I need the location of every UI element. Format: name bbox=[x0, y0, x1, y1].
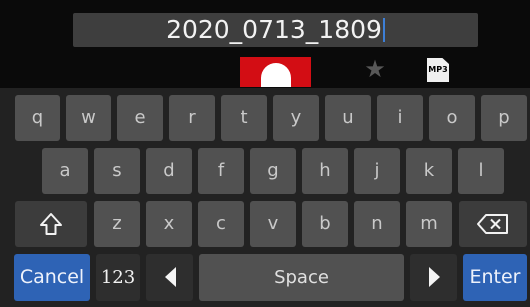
enter-button[interactable]: Enter bbox=[463, 254, 527, 301]
space-key[interactable]: Space bbox=[199, 254, 404, 301]
key-m[interactable]: m bbox=[406, 201, 452, 247]
numbers-key[interactable]: 123 bbox=[96, 254, 140, 301]
key-k[interactable]: k bbox=[406, 148, 452, 194]
cursor-right-key[interactable] bbox=[410, 254, 457, 301]
recording-indicator bbox=[240, 57, 311, 87]
backspace-icon bbox=[477, 214, 508, 234]
cursor-left-key[interactable] bbox=[146, 254, 193, 301]
key-w[interactable]: w bbox=[66, 95, 111, 141]
key-t[interactable]: t bbox=[221, 95, 267, 141]
rec-dome-icon bbox=[261, 63, 291, 87]
key-r[interactable]: r bbox=[169, 95, 215, 141]
key-u[interactable]: u bbox=[325, 95, 371, 141]
key-q[interactable]: q bbox=[15, 95, 60, 141]
file-name-text: 2020_0713_1809 bbox=[166, 15, 382, 44]
triangle-left-icon bbox=[165, 267, 176, 287]
key-e[interactable]: e bbox=[117, 95, 163, 141]
key-b[interactable]: b bbox=[302, 201, 348, 247]
keyboard: q w e r t y u i o p a s d f g h j k l z … bbox=[0, 88, 530, 307]
key-l[interactable]: l bbox=[458, 148, 504, 194]
key-o[interactable]: o bbox=[429, 95, 475, 141]
key-c[interactable]: c bbox=[198, 201, 244, 247]
cancel-button[interactable]: Cancel bbox=[14, 254, 90, 301]
key-p[interactable]: p bbox=[481, 95, 527, 141]
key-f[interactable]: f bbox=[198, 148, 244, 194]
shift-key[interactable] bbox=[15, 201, 87, 247]
key-x[interactable]: x bbox=[146, 201, 192, 247]
key-d[interactable]: d bbox=[146, 148, 192, 194]
key-s[interactable]: s bbox=[94, 148, 140, 194]
key-n[interactable]: n bbox=[354, 201, 400, 247]
triangle-right-icon bbox=[429, 267, 440, 287]
key-y[interactable]: y bbox=[273, 95, 319, 141]
top-area: 2020_0713_1809 ★ MP3 bbox=[0, 0, 530, 88]
file-name-field[interactable]: 2020_0713_1809 bbox=[73, 13, 478, 47]
key-h[interactable]: h bbox=[302, 148, 348, 194]
backspace-key[interactable] bbox=[459, 201, 527, 247]
mp3-file-icon: MP3 bbox=[427, 58, 449, 82]
key-v[interactable]: v bbox=[250, 201, 296, 247]
star-icon[interactable]: ★ bbox=[361, 55, 389, 83]
key-i[interactable]: i bbox=[377, 95, 423, 141]
mp3-label: MP3 bbox=[428, 65, 448, 74]
key-g[interactable]: g bbox=[250, 148, 296, 194]
shift-arrow-up-icon bbox=[40, 213, 62, 235]
key-j[interactable]: j bbox=[354, 148, 400, 194]
key-z[interactable]: z bbox=[94, 201, 140, 247]
key-a[interactable]: a bbox=[42, 148, 88, 194]
text-caret bbox=[382, 18, 385, 42]
